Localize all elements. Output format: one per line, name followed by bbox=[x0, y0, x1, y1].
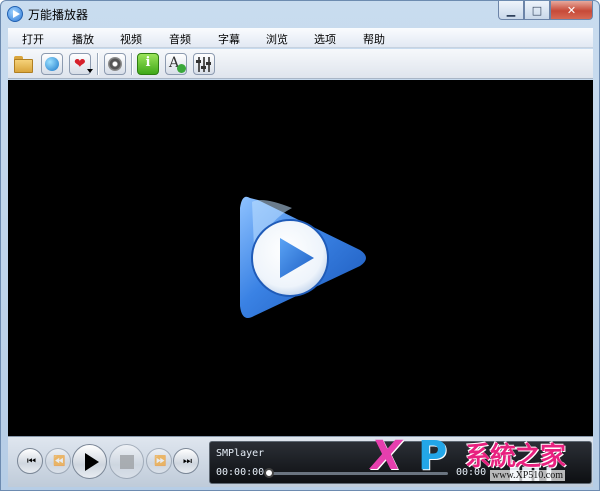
maximize-icon: □ bbox=[531, 3, 543, 17]
window-controls: ▁ □ ✕ bbox=[498, 1, 593, 20]
media-title: SMPlayer bbox=[216, 448, 265, 459]
minimize-button[interactable]: ▁ bbox=[498, 1, 524, 20]
rewind-icon: ⏪ bbox=[53, 455, 66, 467]
close-button[interactable]: ✕ bbox=[550, 1, 593, 20]
favorites-icon: ❤ bbox=[74, 56, 86, 72]
title-bar[interactable]: 万能播放器 ▁ □ ✕ bbox=[1, 1, 599, 27]
menu-options[interactable]: 选项 bbox=[314, 31, 336, 47]
menu-open[interactable]: 打开 bbox=[22, 31, 44, 47]
watermark-p: P bbox=[418, 433, 448, 479]
forward-button[interactable]: ⏩ bbox=[146, 448, 172, 474]
menu-browse[interactable]: 浏览 bbox=[266, 31, 288, 47]
rewind-button[interactable]: ⏪ bbox=[45, 448, 71, 474]
subtitle-font-button[interactable]: A bbox=[165, 53, 187, 75]
globe-icon bbox=[45, 57, 59, 71]
menu-video[interactable]: 视频 bbox=[120, 31, 142, 47]
minimize-icon: ▁ bbox=[506, 3, 516, 17]
elapsed-time: 00:00:00 bbox=[216, 467, 265, 478]
seek-handle[interactable] bbox=[264, 468, 274, 478]
close-icon: ✕ bbox=[566, 3, 577, 17]
menu-play[interactable]: 播放 bbox=[72, 31, 94, 47]
watermark-url: www.XP510.com bbox=[490, 470, 566, 481]
disc-button[interactable] bbox=[104, 53, 126, 75]
fast-forward-icon: ⏩ bbox=[154, 455, 167, 467]
menu-subtitles[interactable]: 字幕 bbox=[218, 31, 240, 47]
info-button[interactable]: i bbox=[137, 53, 159, 75]
stop-icon bbox=[119, 454, 134, 469]
app-window: 万能播放器 ▁ □ ✕ 打开 播放 视频 音频 字幕 浏览 选项 帮助 ❤ i … bbox=[0, 0, 600, 491]
watermark-logo: X P 系統之家 www.XP510.com bbox=[368, 433, 600, 491]
stop-button[interactable] bbox=[109, 444, 144, 479]
watermark-x: X bbox=[371, 433, 402, 479]
disc-icon bbox=[108, 57, 122, 71]
toolbar-separator bbox=[131, 53, 132, 75]
menu-bar: 打开 播放 视频 音频 字幕 浏览 选项 帮助 bbox=[8, 28, 593, 48]
toolbar: ❤ i A bbox=[8, 49, 593, 79]
open-url-button[interactable] bbox=[41, 53, 63, 75]
equalizer-icon-bar bbox=[203, 57, 205, 72]
player-logo bbox=[232, 188, 372, 328]
toolbar-separator bbox=[97, 53, 98, 75]
next-button[interactable]: ⏭ bbox=[173, 448, 199, 474]
video-area[interactable] bbox=[8, 80, 593, 436]
previous-button[interactable]: ⏮ bbox=[17, 448, 43, 474]
play-logo-icon bbox=[240, 196, 366, 319]
play-button[interactable] bbox=[72, 444, 107, 479]
equalizer-button[interactable] bbox=[193, 53, 215, 75]
add-badge-icon bbox=[177, 64, 186, 73]
equalizer-knob bbox=[201, 66, 206, 69]
equalizer-knob bbox=[206, 62, 211, 65]
open-folder-icon-body bbox=[14, 59, 33, 73]
chevron-down-icon bbox=[87, 69, 93, 73]
info-icon: i bbox=[145, 55, 151, 70]
watermark-text: 系統之家 bbox=[465, 442, 566, 472]
favorites-button[interactable]: ❤ bbox=[69, 53, 93, 75]
menu-help[interactable]: 帮助 bbox=[363, 31, 385, 47]
equalizer-knob bbox=[196, 60, 201, 63]
maximize-button[interactable]: □ bbox=[524, 1, 550, 20]
window-title: 万能播放器 bbox=[28, 8, 89, 22]
skip-previous-icon: ⏮ bbox=[27, 455, 36, 467]
app-icon[interactable] bbox=[7, 6, 23, 22]
open-folder-button[interactable] bbox=[13, 53, 35, 75]
menu-audio[interactable]: 音频 bbox=[169, 31, 191, 47]
skip-next-icon: ⏭ bbox=[183, 455, 192, 467]
play-icon bbox=[84, 452, 99, 471]
